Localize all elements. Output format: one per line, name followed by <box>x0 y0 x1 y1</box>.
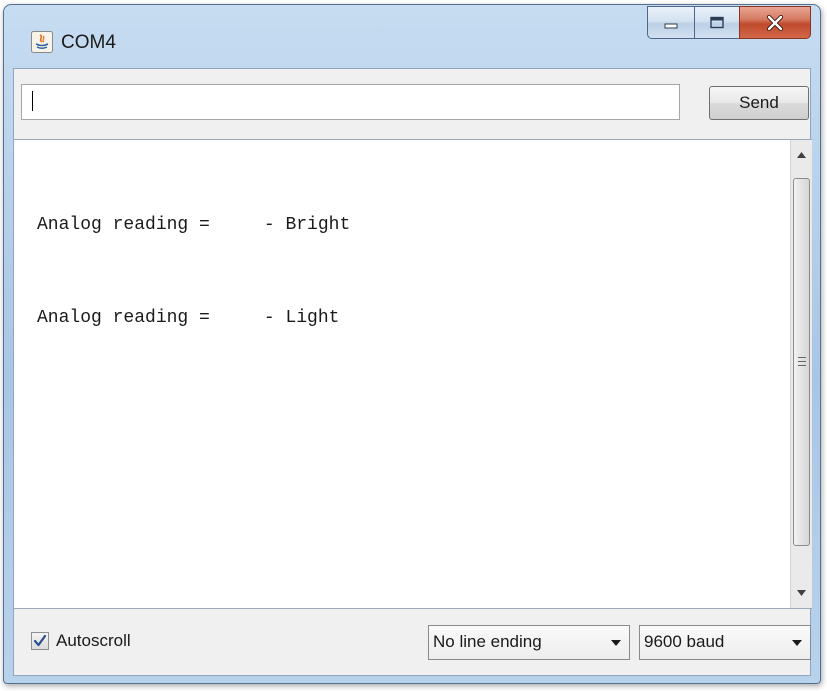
chevron-up-icon <box>797 152 806 158</box>
chevron-down-icon <box>792 640 802 646</box>
minimize-button[interactable] <box>647 6 694 39</box>
baud-rate-dropdown[interactable]: 9600 baud <box>639 625 811 660</box>
java-icon <box>31 31 53 53</box>
text-caret <box>32 91 33 111</box>
checkmark-icon <box>33 634 47 647</box>
checkbox-box[interactable] <box>31 632 49 650</box>
send-input[interactable] <box>21 84 680 120</box>
caption-buttons <box>647 6 811 40</box>
serial-output-area[interactable]: Analog reading = - Bright Analog reading… <box>14 139 812 609</box>
serial-monitor-window: COM4 Send Analog reading = - Bright Anal… <box>3 4 821 684</box>
window-title: COM4 <box>61 32 116 53</box>
maximize-button[interactable] <box>694 6 739 39</box>
title-bar[interactable]: COM4 <box>4 5 820 77</box>
grip-icon <box>798 357 806 366</box>
scroll-up-button[interactable] <box>791 140 812 170</box>
line-ending-dropdown[interactable]: No line ending <box>428 625 630 660</box>
close-icon <box>766 14 784 31</box>
output-lines: Analog reading = - Bright Analog reading… <box>37 148 350 396</box>
close-button[interactable] <box>739 6 811 39</box>
autoscroll-checkbox[interactable]: Autoscroll <box>31 631 131 651</box>
output-line: Analog reading = - Bright <box>37 215 351 235</box>
scroll-down-button[interactable] <box>791 578 812 608</box>
chevron-down-icon <box>611 640 621 646</box>
chevron-down-icon <box>797 590 806 596</box>
autoscroll-label: Autoscroll <box>56 631 131 650</box>
line-ending-value: No line ending <box>433 632 542 651</box>
vertical-scrollbar[interactable] <box>790 140 812 608</box>
minimize-icon <box>664 23 678 28</box>
baud-rate-value: 9600 baud <box>644 632 725 651</box>
output-line: Analog reading = - Light <box>37 308 340 328</box>
send-button[interactable]: Send <box>709 86 809 120</box>
monitor-content: Send Analog reading = - Bright Analog re… <box>13 68 812 676</box>
scrollbar-thumb[interactable] <box>793 178 810 546</box>
status-footer: Autoscroll No line ending 9600 baud <box>14 609 812 675</box>
maximize-icon <box>710 16 724 28</box>
